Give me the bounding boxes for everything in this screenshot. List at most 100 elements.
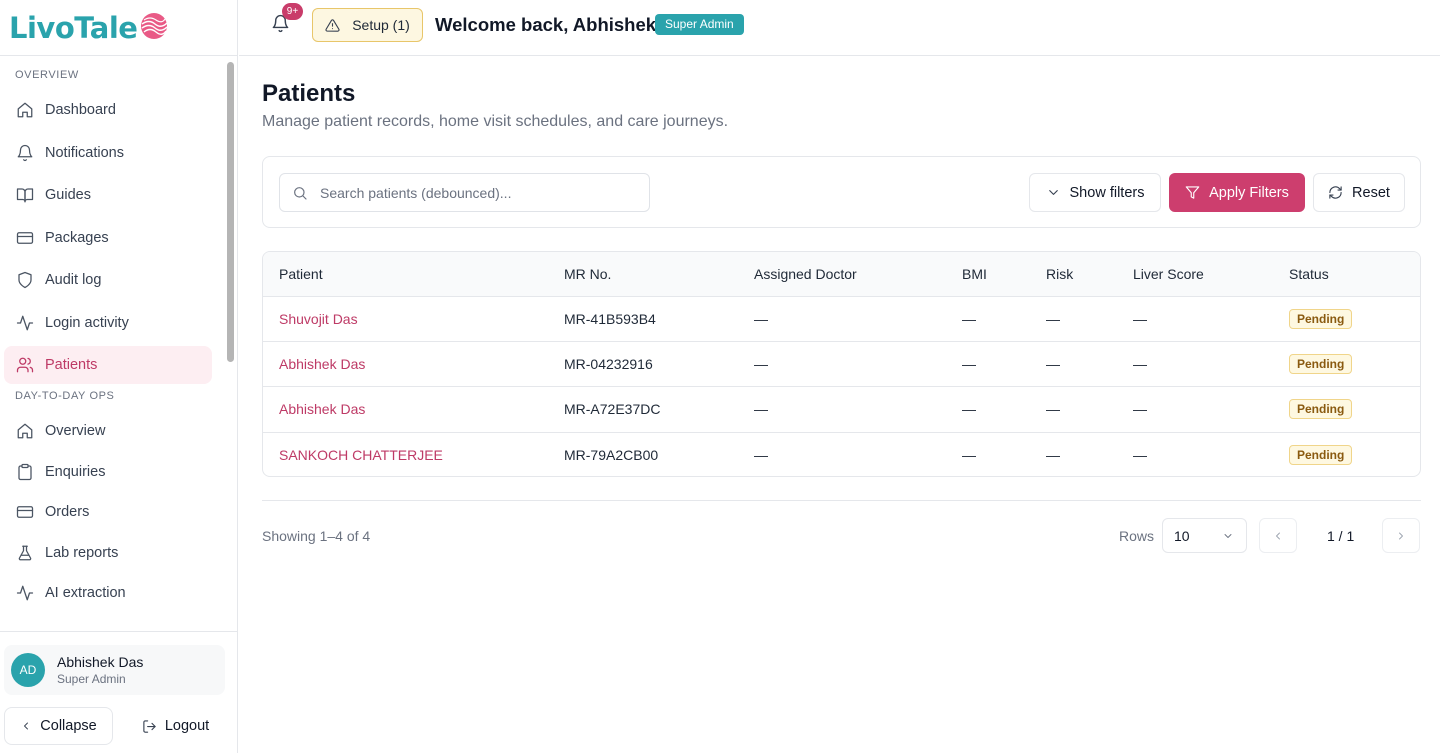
apply-filters-button[interactable]: Apply Filters (1169, 173, 1305, 212)
sidebar-item-enquiries[interactable]: Enquiries (4, 453, 212, 491)
card-icon (16, 231, 34, 244)
setup-button[interactable]: Setup (1) (312, 8, 423, 42)
sidebar-item-dashboard[interactable]: Dashboard (4, 91, 212, 129)
search-icon (294, 186, 307, 200)
column-header-status[interactable]: Status (1289, 252, 1420, 297)
sidebar-item-label: Enquiries (45, 463, 106, 480)
logout-button[interactable]: Logout (128, 707, 223, 745)
status-badge: Pending (1289, 399, 1353, 420)
divider (262, 500, 1421, 501)
patients-table: Patient MR No. Assigned Doctor BMI Risk … (262, 251, 1421, 477)
sidebar-scrollbar[interactable] (227, 62, 234, 362)
column-header-risk[interactable]: Risk (1046, 252, 1133, 297)
next-page-button[interactable] (1382, 518, 1420, 553)
liver-score: — (1133, 386, 1289, 433)
reset-button[interactable]: Reset (1313, 173, 1405, 212)
collapse-label: Collapse (40, 718, 97, 734)
sidebar-item-label: Notifications (45, 144, 124, 161)
card-icon (16, 506, 34, 518)
rows-per-page-value: 10 (1174, 527, 1190, 544)
shield-icon (18, 271, 32, 289)
sidebar-item-ai-extraction[interactable]: AI extraction (4, 574, 212, 612)
brand-name: LivoTale (9, 10, 138, 45)
sidebar-item-label: Orders (45, 504, 90, 520)
previous-page-button[interactable] (1259, 518, 1297, 553)
mr-number: MR-79A2CB00 (564, 447, 659, 464)
bmi: — (962, 341, 1046, 388)
patient-name-link[interactable]: Abhishek Das (263, 386, 564, 433)
activity-icon (16, 585, 34, 601)
sidebar-item-label: Login activity (45, 314, 129, 331)
page-title: Patients (262, 80, 356, 107)
sidebar-item-audit-log[interactable]: Audit log (4, 261, 212, 299)
status-badge: Pending (1289, 354, 1353, 375)
assigned-doctor: — (754, 296, 962, 342)
user-info: Abhishek Das Super Admin (57, 654, 143, 686)
column-header-mr-no[interactable]: MR No. (564, 252, 754, 297)
nav-section-title: DAY-TO-DAY OPS (15, 390, 115, 402)
filter-bar: Show filters Apply Filters Reset (262, 156, 1421, 228)
column-header-bmi[interactable]: BMI (962, 252, 1046, 297)
setup-label: Setup (1) (352, 17, 410, 33)
activity-icon (16, 315, 34, 330)
table-row[interactable]: Shuvojit Das MR-41B593B4 — — — — Pending (263, 296, 1420, 342)
column-header-liver-score[interactable]: Liver Score (1133, 252, 1289, 297)
chevron-down-icon (1048, 190, 1058, 195)
sidebar-item-label: Patients (45, 357, 98, 373)
patient-name-link[interactable]: Shuvojit Das (263, 296, 564, 342)
rows-per-page-select[interactable]: 10 (1162, 518, 1247, 553)
risk: — (1046, 447, 1060, 464)
column-header-assigned-doctor[interactable]: Assigned Doctor (754, 252, 962, 297)
home-icon (17, 102, 33, 118)
mr-number: MR-A72E37DC (564, 386, 754, 433)
assigned-doctor: — (754, 341, 962, 388)
status-badge: Pending (1289, 308, 1353, 329)
status-cell: Pending (1289, 386, 1420, 433)
logout-icon (143, 719, 156, 733)
clipboard-icon (18, 463, 32, 480)
liver-score: — (1133, 447, 1147, 464)
sidebar-item-patients[interactable]: Patients (4, 346, 212, 384)
sidebar-footer: AD Abhishek Das Super Admin Collapse Log… (0, 631, 238, 753)
nav-section-title: OVERVIEW (15, 69, 79, 81)
role-badge: Super Admin (655, 14, 744, 35)
risk: — (1046, 386, 1133, 433)
filter-icon (1185, 186, 1200, 199)
sidebar-item-packages[interactable]: Packages (4, 219, 212, 257)
search-input[interactable] (320, 184, 620, 201)
liver-score: — (1133, 296, 1289, 342)
sidebar-nav: OVERVIEW Dashboard Notifications Guides … (0, 56, 224, 631)
sidebar-item-orders[interactable]: Orders (4, 493, 212, 531)
bmi: — (962, 447, 976, 464)
reset-label: Reset (1352, 184, 1390, 201)
sidebar-item-overview[interactable]: Overview (4, 412, 212, 450)
sidebar-item-lab-reports[interactable]: Lab reports (4, 534, 212, 572)
sidebar: LivoTale OVERVIEW Dashboard Notification… (0, 0, 238, 753)
table-row[interactable]: Abhishek Das MR-04232916 — — — — Pending (263, 341, 1420, 388)
assigned-doctor: — (754, 386, 962, 433)
sidebar-item-guides[interactable]: Guides (4, 176, 212, 214)
sidebar-item-notifications[interactable]: Notifications (4, 134, 212, 172)
collapse-button[interactable]: Collapse (4, 707, 113, 745)
sidebar-item-login-activity[interactable]: Login activity (4, 304, 212, 342)
table-header-row: Patient MR No. Assigned Doctor BMI Risk … (263, 252, 1420, 297)
table-row[interactable]: Abhishek Das MR-A72E37DC — — — — Pending (263, 386, 1420, 433)
rows-per-page-label: Rows (1119, 528, 1155, 544)
show-filters-button[interactable]: Show filters (1029, 173, 1161, 212)
logo[interactable]: LivoTale (0, 0, 237, 56)
user-name: Abhishek Das (57, 654, 144, 670)
search-box (279, 173, 650, 212)
risk: — (1046, 341, 1133, 388)
risk: — (1046, 296, 1133, 342)
patient-name-link[interactable]: Abhishek Das (263, 341, 564, 388)
table-row[interactable]: SANKOCH CHATTERJEE MR-79A2CB00 — — — — P… (263, 432, 1420, 476)
warning-icon (325, 18, 340, 32)
sidebar-item-label: AI extraction (45, 585, 126, 601)
apply-filters-label: Apply Filters (1209, 184, 1289, 201)
patient-name-link[interactable]: SANKOCH CHATTERJEE (263, 432, 564, 476)
bmi: — (962, 386, 1046, 433)
user-card[interactable]: AD Abhishek Das Super Admin (4, 645, 225, 695)
column-header-patient[interactable]: Patient (263, 252, 564, 297)
top-header: 9+ Setup (1) Welcome back, Abhishek Supe… (239, 0, 1440, 56)
status-cell: Pending (1289, 432, 1420, 476)
